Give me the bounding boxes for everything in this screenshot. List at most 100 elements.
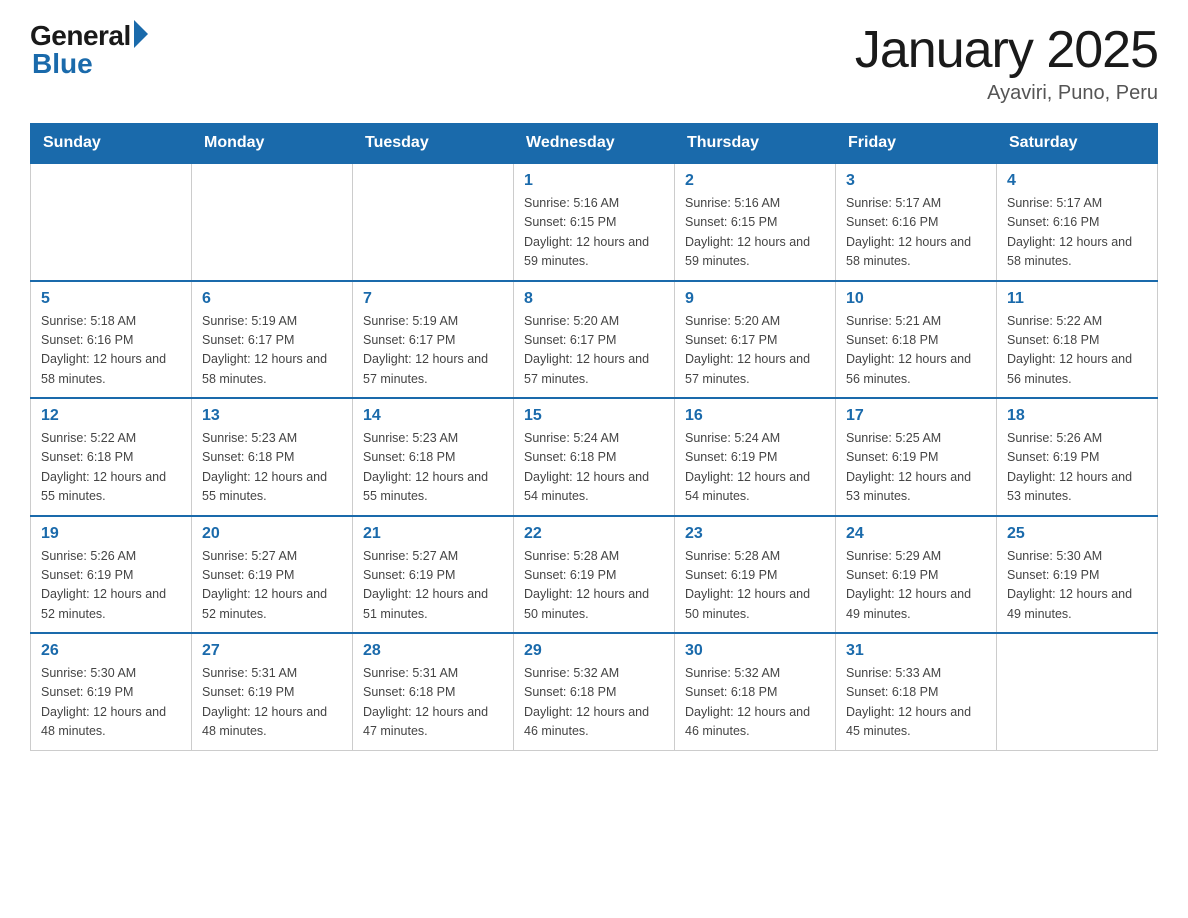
day-info: Sunrise: 5:24 AM Sunset: 6:19 PM Dayligh… bbox=[685, 429, 825, 507]
calendar-cell: 4 Sunrise: 5:17 AM Sunset: 6:16 PM Daylig… bbox=[997, 163, 1158, 281]
day-of-week-header: Wednesday bbox=[514, 124, 675, 164]
page-header: General Blue January 2025 Ayaviri, Puno,… bbox=[30, 20, 1158, 105]
day-number: 10 bbox=[846, 290, 986, 308]
logo-arrow-icon bbox=[134, 20, 148, 48]
day-number: 17 bbox=[846, 407, 986, 425]
day-number: 8 bbox=[524, 290, 664, 308]
calendar-cell: 9 Sunrise: 5:20 AM Sunset: 6:17 PM Daylig… bbox=[675, 281, 836, 399]
day-number: 2 bbox=[685, 172, 825, 190]
calendar-cell: 24 Sunrise: 5:29 AM Sunset: 6:19 PM Dayli… bbox=[836, 516, 997, 634]
logo: General Blue bbox=[30, 20, 148, 80]
calendar-cell: 28 Sunrise: 5:31 AM Sunset: 6:18 PM Dayli… bbox=[353, 633, 514, 750]
day-info: Sunrise: 5:27 AM Sunset: 6:19 PM Dayligh… bbox=[363, 547, 503, 625]
day-of-week-header: Friday bbox=[836, 124, 997, 164]
calendar-cell bbox=[997, 633, 1158, 750]
day-number: 11 bbox=[1007, 290, 1147, 308]
day-info: Sunrise: 5:32 AM Sunset: 6:18 PM Dayligh… bbox=[685, 664, 825, 742]
day-info: Sunrise: 5:17 AM Sunset: 6:16 PM Dayligh… bbox=[846, 194, 986, 272]
day-number: 5 bbox=[41, 290, 181, 308]
calendar-cell: 11Sunrise: 5:22 AM Sunset: 6:18 PM Dayli… bbox=[997, 281, 1158, 399]
calendar-cell: 12 Sunrise: 5:22 AM Sunset: 6:18 PM Dayli… bbox=[31, 398, 192, 516]
day-number: 4 bbox=[1007, 172, 1147, 190]
day-number: 21 bbox=[363, 525, 503, 543]
day-info: Sunrise: 5:28 AM Sunset: 6:19 PM Dayligh… bbox=[685, 547, 825, 625]
calendar-cell: 29 Sunrise: 5:32 AM Sunset: 6:18 PM Dayli… bbox=[514, 633, 675, 750]
calendar-cell: 30 Sunrise: 5:32 AM Sunset: 6:18 PM Dayli… bbox=[675, 633, 836, 750]
day-number: 26 bbox=[41, 642, 181, 660]
day-number: 25 bbox=[1007, 525, 1147, 543]
calendar-cell: 3 Sunrise: 5:17 AM Sunset: 6:16 PM Daylig… bbox=[836, 163, 997, 281]
day-info: Sunrise: 5:26 AM Sunset: 6:19 PM Dayligh… bbox=[1007, 429, 1147, 507]
day-number: 3 bbox=[846, 172, 986, 190]
day-number: 14 bbox=[363, 407, 503, 425]
calendar-cell: 31 Sunrise: 5:33 AM Sunset: 6:18 PM Dayli… bbox=[836, 633, 997, 750]
calendar-cell: 21 Sunrise: 5:27 AM Sunset: 6:19 PM Dayli… bbox=[353, 516, 514, 634]
day-number: 15 bbox=[524, 407, 664, 425]
day-of-week-header: Sunday bbox=[31, 124, 192, 164]
calendar-cell: 8 Sunrise: 5:20 AM Sunset: 6:17 PM Daylig… bbox=[514, 281, 675, 399]
calendar-cell: 5 Sunrise: 5:18 AM Sunset: 6:16 PM Daylig… bbox=[31, 281, 192, 399]
day-number: 16 bbox=[685, 407, 825, 425]
calendar-cell: 25 Sunrise: 5:30 AM Sunset: 6:19 PM Dayli… bbox=[997, 516, 1158, 634]
calendar-cell bbox=[353, 163, 514, 281]
day-number: 31 bbox=[846, 642, 986, 660]
calendar-title: January 2025 bbox=[855, 20, 1158, 80]
day-number: 30 bbox=[685, 642, 825, 660]
day-number: 23 bbox=[685, 525, 825, 543]
calendar-cell: 15Sunrise: 5:24 AM Sunset: 6:18 PM Dayli… bbox=[514, 398, 675, 516]
day-of-week-header: Thursday bbox=[675, 124, 836, 164]
day-info: Sunrise: 5:23 AM Sunset: 6:18 PM Dayligh… bbox=[202, 429, 342, 507]
day-number: 6 bbox=[202, 290, 342, 308]
day-number: 12 bbox=[41, 407, 181, 425]
day-info: Sunrise: 5:33 AM Sunset: 6:18 PM Dayligh… bbox=[846, 664, 986, 742]
day-info: Sunrise: 5:16 AM Sunset: 6:15 PM Dayligh… bbox=[685, 194, 825, 272]
day-number: 29 bbox=[524, 642, 664, 660]
title-block: January 2025 Ayaviri, Puno, Peru bbox=[855, 20, 1158, 105]
day-info: Sunrise: 5:26 AM Sunset: 6:19 PM Dayligh… bbox=[41, 547, 181, 625]
day-of-week-header: Monday bbox=[192, 124, 353, 164]
calendar-cell bbox=[31, 163, 192, 281]
day-info: Sunrise: 5:22 AM Sunset: 6:18 PM Dayligh… bbox=[41, 429, 181, 507]
day-info: Sunrise: 5:17 AM Sunset: 6:16 PM Dayligh… bbox=[1007, 194, 1147, 272]
day-info: Sunrise: 5:29 AM Sunset: 6:19 PM Dayligh… bbox=[846, 547, 986, 625]
calendar-cell: 18 Sunrise: 5:26 AM Sunset: 6:19 PM Dayli… bbox=[997, 398, 1158, 516]
calendar-subtitle: Ayaviri, Puno, Peru bbox=[855, 82, 1158, 105]
day-info: Sunrise: 5:20 AM Sunset: 6:17 PM Dayligh… bbox=[524, 312, 664, 390]
day-number: 22 bbox=[524, 525, 664, 543]
day-info: Sunrise: 5:20 AM Sunset: 6:17 PM Dayligh… bbox=[685, 312, 825, 390]
calendar-cell: 20Sunrise: 5:27 AM Sunset: 6:19 PM Dayli… bbox=[192, 516, 353, 634]
day-info: Sunrise: 5:19 AM Sunset: 6:17 PM Dayligh… bbox=[202, 312, 342, 390]
calendar-cell: 22 Sunrise: 5:28 AM Sunset: 6:19 PM Dayli… bbox=[514, 516, 675, 634]
day-info: Sunrise: 5:25 AM Sunset: 6:19 PM Dayligh… bbox=[846, 429, 986, 507]
day-info: Sunrise: 5:31 AM Sunset: 6:19 PM Dayligh… bbox=[202, 664, 342, 742]
calendar-week-row: 19Sunrise: 5:26 AM Sunset: 6:19 PM Dayli… bbox=[31, 516, 1158, 634]
calendar-cell: 10Sunrise: 5:21 AM Sunset: 6:18 PM Dayli… bbox=[836, 281, 997, 399]
day-number: 28 bbox=[363, 642, 503, 660]
calendar-week-row: 26Sunrise: 5:30 AM Sunset: 6:19 PM Dayli… bbox=[31, 633, 1158, 750]
calendar-week-row: 5 Sunrise: 5:18 AM Sunset: 6:16 PM Daylig… bbox=[31, 281, 1158, 399]
day-info: Sunrise: 5:32 AM Sunset: 6:18 PM Dayligh… bbox=[524, 664, 664, 742]
day-info: Sunrise: 5:30 AM Sunset: 6:19 PM Dayligh… bbox=[1007, 547, 1147, 625]
day-info: Sunrise: 5:31 AM Sunset: 6:18 PM Dayligh… bbox=[363, 664, 503, 742]
day-number: 18 bbox=[1007, 407, 1147, 425]
day-number: 27 bbox=[202, 642, 342, 660]
calendar-cell bbox=[192, 163, 353, 281]
day-of-week-header: Saturday bbox=[997, 124, 1158, 164]
day-number: 9 bbox=[685, 290, 825, 308]
calendar-cell: 23 Sunrise: 5:28 AM Sunset: 6:19 PM Dayli… bbox=[675, 516, 836, 634]
day-number: 24 bbox=[846, 525, 986, 543]
day-number: 7 bbox=[363, 290, 503, 308]
calendar-cell: 19Sunrise: 5:26 AM Sunset: 6:19 PM Dayli… bbox=[31, 516, 192, 634]
day-info: Sunrise: 5:19 AM Sunset: 6:17 PM Dayligh… bbox=[363, 312, 503, 390]
day-number: 13 bbox=[202, 407, 342, 425]
calendar-cell: 16 Sunrise: 5:24 AM Sunset: 6:19 PM Dayli… bbox=[675, 398, 836, 516]
day-info: Sunrise: 5:23 AM Sunset: 6:18 PM Dayligh… bbox=[363, 429, 503, 507]
calendar-cell: 6 Sunrise: 5:19 AM Sunset: 6:17 PM Daylig… bbox=[192, 281, 353, 399]
day-info: Sunrise: 5:18 AM Sunset: 6:16 PM Dayligh… bbox=[41, 312, 181, 390]
day-info: Sunrise: 5:16 AM Sunset: 6:15 PM Dayligh… bbox=[524, 194, 664, 272]
days-header-row: SundayMondayTuesdayWednesdayThursdayFrid… bbox=[31, 124, 1158, 164]
calendar-cell: 17 Sunrise: 5:25 AM Sunset: 6:19 PM Dayli… bbox=[836, 398, 997, 516]
day-number: 1 bbox=[524, 172, 664, 190]
calendar-week-row: 12 Sunrise: 5:22 AM Sunset: 6:18 PM Dayli… bbox=[31, 398, 1158, 516]
day-info: Sunrise: 5:28 AM Sunset: 6:19 PM Dayligh… bbox=[524, 547, 664, 625]
